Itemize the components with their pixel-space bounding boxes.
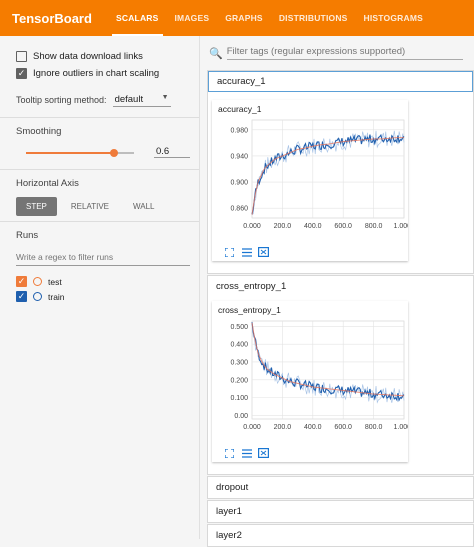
show-download-label: Show data download links xyxy=(33,51,143,62)
group-layer2: layer2 xyxy=(207,524,474,547)
tab-graphs[interactable]: GRAPHS xyxy=(217,0,271,36)
tooltip-sorting-value: default xyxy=(114,94,144,105)
run-regex-input[interactable]: Write a regex to filter runs xyxy=(16,249,190,266)
y-tick-label: 0.900 xyxy=(230,180,248,187)
x-tick-label: 200.0 xyxy=(274,424,292,431)
chart-actions xyxy=(212,247,408,261)
y-tick-label: 0.300 xyxy=(230,359,248,366)
chart-actions xyxy=(212,448,408,462)
run-name: test xyxy=(48,276,62,287)
group-header-accuracy[interactable]: accuracy_1 xyxy=(208,71,473,92)
x-tick-label: 600.0 xyxy=(334,223,352,230)
tag-filter-input[interactable]: Filter tags (regular expressions support… xyxy=(226,46,463,60)
axis-wall-button[interactable]: WALL xyxy=(123,197,165,216)
tab-scalars[interactable]: SCALARS xyxy=(108,0,167,36)
tooltip-sorting-row: Tooltip sorting method: default ▼ xyxy=(16,91,183,109)
log-scale-icon[interactable] xyxy=(241,247,252,257)
smoothing-section: Smoothing 0.6 xyxy=(0,118,199,170)
x-tick-label: 800.0 xyxy=(365,424,383,431)
fit-domain-icon[interactable] xyxy=(258,448,269,458)
tab-images[interactable]: IMAGES xyxy=(167,0,218,36)
axis-button-group: STEP RELATIVE WALL xyxy=(16,197,183,216)
group-header-layer2[interactable]: layer2 xyxy=(208,525,473,546)
group-layer1: layer1 xyxy=(207,500,474,523)
tooltip-sorting-label: Tooltip sorting method: xyxy=(16,95,107,105)
tag-filter[interactable]: 🔍 Filter tags (regular expressions suppo… xyxy=(207,36,474,70)
group-header-dropout[interactable]: dropout xyxy=(208,477,473,498)
ignore-outliers-option[interactable]: ✓ Ignore outliers in chart scaling xyxy=(16,65,183,82)
y-tick-label: 0.100 xyxy=(230,395,248,402)
tooltip-sorting-select[interactable]: default ▼ xyxy=(112,93,171,107)
tab-distributions[interactable]: DISTRIBUTIONS xyxy=(271,0,356,36)
chart-title: cross_entropy_1 xyxy=(218,305,281,315)
fullscreen-icon[interactable] xyxy=(224,247,235,257)
plot-area xyxy=(251,320,405,420)
fit-domain-icon[interactable] xyxy=(258,247,269,257)
options-section: Show data download links ✓ Ignore outlie… xyxy=(0,36,199,118)
group-cross-entropy: cross_entropy_1 cross_entropy_1 0.000 200… xyxy=(207,275,474,475)
slider-knob[interactable] xyxy=(110,149,118,157)
x-tick-label: 600.0 xyxy=(334,424,352,431)
horizontal-axis-section: Horizontal Axis STEP RELATIVE WALL xyxy=(0,170,199,222)
y-tick-label: 0.980 xyxy=(230,127,248,134)
run-item-train[interactable]: ✓ train xyxy=(16,289,183,304)
top-app-bar: TensorBoard SCALARS IMAGES GRAPHS DISTRI… xyxy=(0,0,474,36)
checkbox-unchecked-icon[interactable] xyxy=(16,51,27,62)
smoothing-title: Smoothing xyxy=(16,126,62,137)
log-scale-icon[interactable] xyxy=(241,448,252,458)
y-tick-label: 0.00 xyxy=(234,413,248,420)
tab-histograms[interactable]: HISTOGRAMS xyxy=(356,0,431,36)
run-item-test[interactable]: ✓ test xyxy=(16,274,183,289)
show-download-option[interactable]: Show data download links xyxy=(16,48,183,65)
app-title: TensorBoard xyxy=(12,10,92,26)
chart-card-cross-entropy: cross_entropy_1 0.000 200.0 400.0 600.0 800.… xyxy=(212,301,415,462)
y-tick-label: 0.860 xyxy=(230,206,248,213)
group-dropout: dropout xyxy=(207,476,474,499)
dropdown-arrow-icon: ▼ xyxy=(161,94,169,101)
x-tick-label: 400.0 xyxy=(304,223,322,230)
checkbox-checked-icon[interactable]: ✓ xyxy=(16,291,27,302)
tab-bar: SCALARS IMAGES GRAPHS DISTRIBUTIONS HIST… xyxy=(108,0,431,36)
run-name: train xyxy=(48,291,65,302)
search-icon: 🔍 xyxy=(209,47,223,60)
y-tick-label: 0.200 xyxy=(230,377,248,384)
group-header-layer1[interactable]: layer1 xyxy=(208,501,473,522)
checkbox-checked-icon[interactable]: ✓ xyxy=(16,68,27,79)
runs-title: Runs xyxy=(16,230,39,241)
y-tick-label: 0.940 xyxy=(230,153,248,160)
x-tick-label: 800.0 xyxy=(365,223,383,230)
group-header-cross-entropy[interactable]: cross_entropy_1 xyxy=(208,276,473,297)
x-tick-label: 0.000 xyxy=(243,424,261,431)
x-tick-label: 1.000k xyxy=(393,424,408,431)
run-color-circle-icon xyxy=(33,277,42,286)
cross-entropy-chart[interactable]: 0.000 200.0 400.0 600.0 800.0 1.000k 0.00 0.100… xyxy=(212,315,415,443)
y-tick-label: 0.400 xyxy=(230,342,248,349)
runs-section: Runs Write a regex to filter runs ✓ test… xyxy=(0,222,199,312)
ignore-outliers-label: Ignore outliers in chart scaling xyxy=(33,68,160,79)
x-tick-label: 0.000 xyxy=(243,223,261,230)
group-accuracy: accuracy_1 accuracy_1 0.000 200.0 400.0 600… xyxy=(207,70,474,274)
sidebar: Show data download links ✓ Ignore outlie… xyxy=(0,36,200,539)
smoothing-slider[interactable]: 0.6 xyxy=(16,145,190,161)
run-color-circle-icon xyxy=(33,292,42,301)
fullscreen-icon[interactable] xyxy=(224,448,235,458)
smoothing-value-input[interactable]: 0.6 xyxy=(154,146,190,158)
x-tick-label: 200.0 xyxy=(274,223,292,230)
chart-title: accuracy_1 xyxy=(218,104,262,114)
main-panel: 🔍 Filter tags (regular expressions suppo… xyxy=(207,36,474,547)
axis-step-button[interactable]: STEP xyxy=(16,197,57,216)
y-tick-label: 0.500 xyxy=(230,324,248,331)
checkbox-checked-icon[interactable]: ✓ xyxy=(16,276,27,287)
x-tick-label: 1.000k xyxy=(393,223,408,230)
accuracy-chart[interactable]: 0.000 200.0 400.0 600.0 800.0 1.000k 0.860 0.90… xyxy=(212,114,415,242)
horizontal-axis-title: Horizontal Axis xyxy=(16,178,79,189)
chart-card-accuracy: accuracy_1 0.000 200.0 400.0 600.0 800.0 1.00… xyxy=(212,100,415,261)
axis-relative-button[interactable]: RELATIVE xyxy=(61,197,119,216)
x-tick-label: 400.0 xyxy=(304,424,322,431)
